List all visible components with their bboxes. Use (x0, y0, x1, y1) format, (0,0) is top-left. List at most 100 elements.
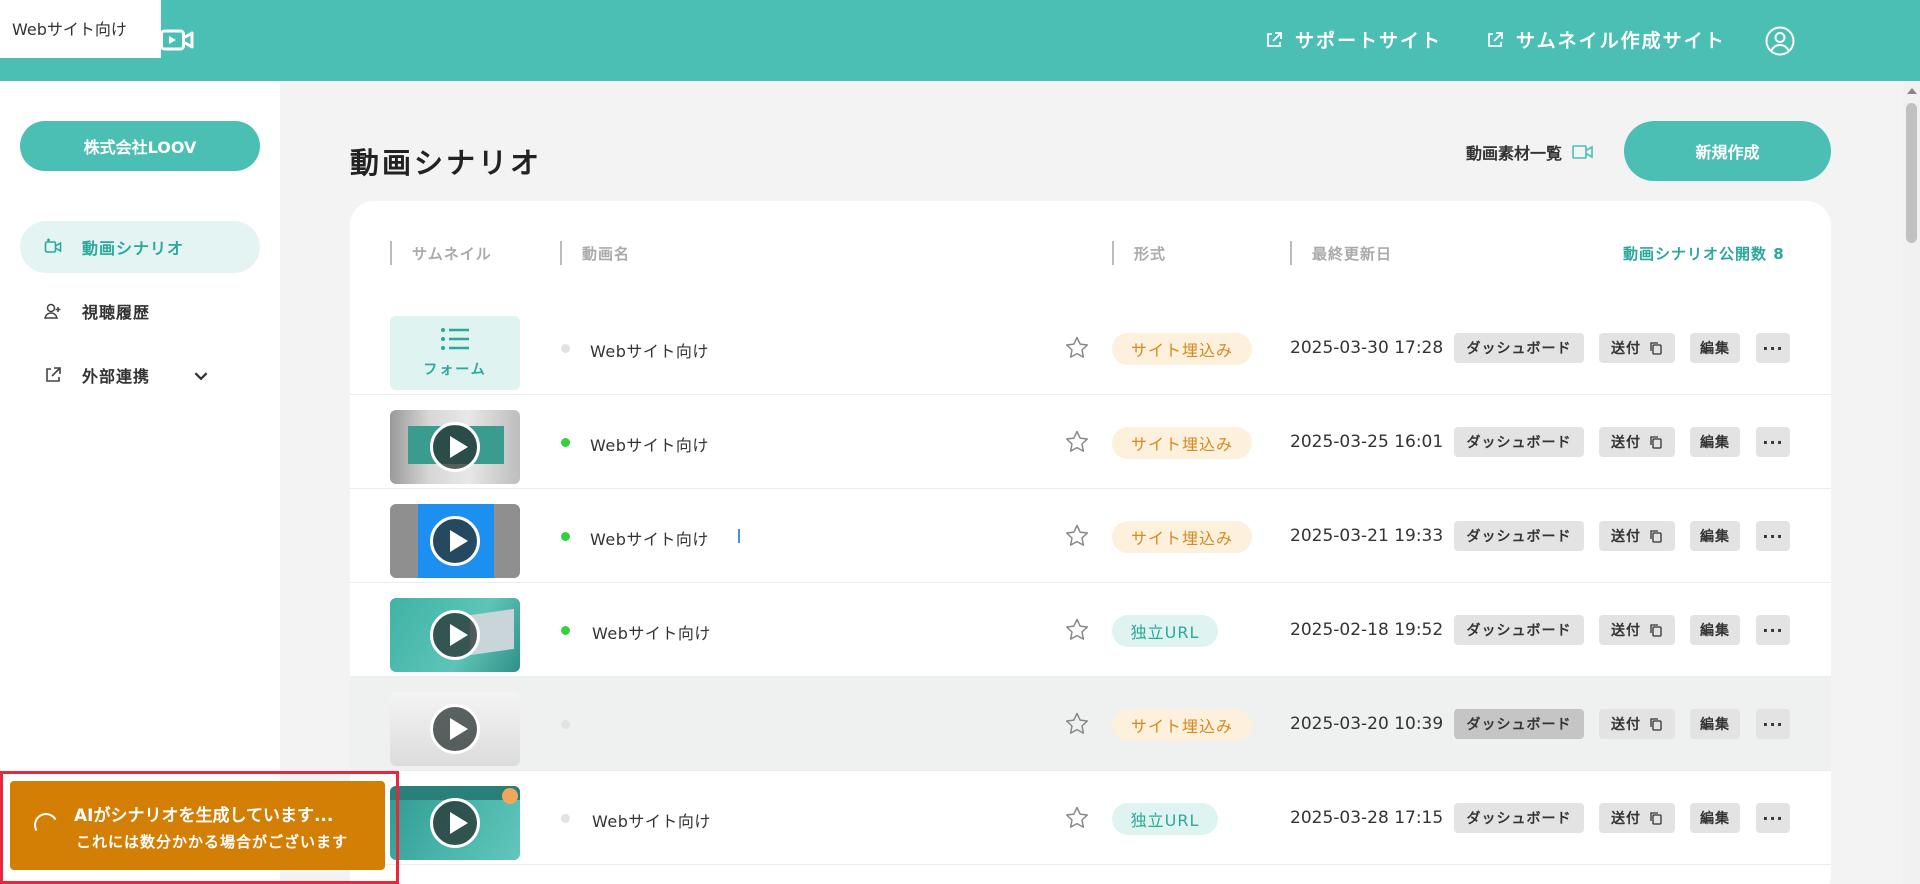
thumbnail-video[interactable] (390, 692, 520, 766)
send-button[interactable]: 送付 (1599, 333, 1675, 363)
more-options-button[interactable]: ··· (1756, 521, 1790, 551)
updated-date: 2025-02-18 19:52 (1290, 620, 1444, 640)
play-icon[interactable] (430, 704, 480, 754)
send-button[interactable]: 送付 (1599, 615, 1675, 645)
table-row[interactable]: Webサイト向け 独立URL 2025-03-28 17:15 ダッシュボード … (350, 771, 1831, 865)
star-icon[interactable] (1064, 805, 1090, 831)
copy-icon (1650, 812, 1662, 825)
new-create-button[interactable]: 新規作成 (1624, 121, 1831, 181)
public-count: 動画シナリオ公開数 8 (1623, 245, 1785, 263)
dashboard-button[interactable]: ダッシュボード (1454, 333, 1584, 363)
dashboard-button[interactable]: ダッシュボード (1454, 521, 1584, 551)
column-header-thumbnail: サムネイル (390, 241, 492, 265)
more-options-button[interactable]: ··· (1756, 427, 1790, 457)
thumbnail-video[interactable] (390, 410, 520, 484)
top-header: Webサイト向け サポートサイト サムネイル作成サイト (0, 0, 1920, 81)
star-icon[interactable] (1064, 711, 1090, 737)
play-icon[interactable] (430, 798, 480, 848)
support-site-link[interactable]: サポートサイト (1265, 26, 1442, 53)
updated-date: 2025-03-25 16:01 (1290, 432, 1444, 452)
send-label: 送付 (1611, 529, 1641, 545)
status-dot (561, 720, 570, 729)
thumbnail-video[interactable] (390, 504, 520, 578)
edit-button[interactable]: 編集 (1690, 521, 1740, 551)
list-icon (441, 328, 469, 350)
table-row[interactable]: Webサイト向け サイト埋込み 2025-03-21 19:33 ダッシュボード… (350, 489, 1831, 583)
more-options-button[interactable]: ··· (1756, 709, 1790, 739)
thumbnail-video[interactable] (390, 598, 520, 672)
video-plus-icon (44, 238, 62, 253)
column-header-format: 形式 (1112, 241, 1166, 265)
scrollbar-thumb[interactable] (1906, 103, 1917, 243)
play-icon[interactable] (430, 516, 480, 566)
send-label: 送付 (1611, 435, 1641, 451)
edit-button[interactable]: 編集 (1690, 615, 1740, 645)
edit-button[interactable]: 編集 (1690, 803, 1740, 833)
video-camera-logo-icon[interactable] (160, 28, 194, 52)
table-row[interactable]: サイト埋込み 2025-03-20 10:39 ダッシュボード 送付 編集 ··… (350, 677, 1831, 771)
thumbnail-site-label: サムネイル作成サイト (1516, 30, 1726, 52)
edit-button[interactable]: 編集 (1690, 709, 1740, 739)
star-icon[interactable] (1064, 523, 1090, 549)
video-materials-link[interactable]: 動画素材一覧 (1466, 140, 1594, 164)
play-icon[interactable] (430, 610, 480, 660)
video-name[interactable]: Webサイト向け (590, 432, 709, 456)
chevron-down-icon[interactable] (192, 367, 210, 385)
star-icon[interactable] (1064, 429, 1090, 455)
updated-date: 2025-03-21 19:33 (1290, 526, 1444, 546)
video-name[interactable]: Webサイト向け (590, 338, 709, 362)
copy-icon (1650, 624, 1662, 637)
copy-icon (1650, 530, 1662, 543)
more-options-button[interactable]: ··· (1756, 803, 1790, 833)
edit-button[interactable]: 編集 (1690, 333, 1740, 363)
sidebar-item-video-scenario[interactable]: 動画シナリオ (20, 221, 260, 273)
more-options-button[interactable]: ··· (1756, 333, 1790, 363)
tooltip-label: Webサイト向け (0, 0, 161, 58)
video-name[interactable]: Webサイト向け (590, 526, 709, 550)
send-button[interactable]: 送付 (1599, 803, 1675, 833)
table-row[interactable]: フォーム Webサイト向け サイト埋込み 2025-03-30 17:28 ダッ… (350, 301, 1831, 395)
video-name[interactable]: Webサイト向け (592, 620, 711, 644)
sidebar-item-label: 動画シナリオ (82, 239, 185, 258)
send-label: 送付 (1611, 341, 1641, 357)
status-dot (561, 626, 570, 635)
table-row[interactable]: Webサイト向け 独立URL 2025-02-18 19:52 ダッシュボード … (350, 583, 1831, 677)
table-row[interactable]: Webサイト向け サイト埋込み 2025-03-25 16:01 ダッシュボード… (350, 395, 1831, 489)
send-button[interactable]: 送付 (1599, 427, 1675, 457)
play-icon[interactable] (430, 422, 480, 472)
column-header-updated: 最終更新日 (1290, 241, 1392, 265)
edit-button[interactable]: 編集 (1690, 427, 1740, 457)
copy-icon (1650, 342, 1662, 355)
updated-date: 2025-03-28 17:15 (1290, 808, 1444, 828)
thumbnail-video[interactable] (390, 786, 520, 860)
user-account-icon[interactable] (1765, 26, 1795, 56)
text-cursor (738, 529, 740, 543)
dashboard-button[interactable]: ダッシュボード (1454, 427, 1584, 457)
video-name[interactable]: Webサイト向け (592, 808, 711, 832)
thumbnail-site-link[interactable]: サムネイル作成サイト (1486, 26, 1726, 53)
format-badge: サイト埋込み (1112, 521, 1252, 553)
dashboard-button[interactable]: ダッシュボード (1454, 709, 1584, 739)
send-button[interactable]: 送付 (1599, 709, 1675, 739)
format-badge: サイト埋込み (1112, 709, 1252, 741)
toast-title: AIがシナリオを生成しています... (74, 806, 334, 826)
sidebar-item-external-integration[interactable]: 外部連携 (20, 349, 260, 401)
send-label: 送付 (1611, 623, 1641, 639)
external-link-icon (1488, 31, 1503, 47)
video-camera-icon (1572, 145, 1593, 159)
star-icon[interactable] (1064, 335, 1090, 361)
company-button[interactable]: 株式会社LOOV (20, 121, 260, 171)
more-options-button[interactable]: ··· (1756, 615, 1790, 645)
copy-icon (1650, 718, 1662, 731)
avatar (502, 788, 518, 804)
thumbnail-label: フォーム (423, 362, 487, 378)
dashboard-button[interactable]: ダッシュボード (1454, 803, 1584, 833)
format-badge: サイト埋込み (1112, 427, 1252, 459)
thumbnail-form[interactable]: フォーム (390, 316, 520, 390)
dashboard-button[interactable]: ダッシュボード (1454, 615, 1584, 645)
sidebar-item-view-history[interactable]: 視聴履歴 (20, 285, 260, 337)
sidebar-item-label: 視聴履歴 (82, 303, 151, 322)
scroll-up-arrow-icon[interactable] (1907, 88, 1917, 94)
star-icon[interactable] (1064, 617, 1090, 643)
send-button[interactable]: 送付 (1599, 521, 1675, 551)
